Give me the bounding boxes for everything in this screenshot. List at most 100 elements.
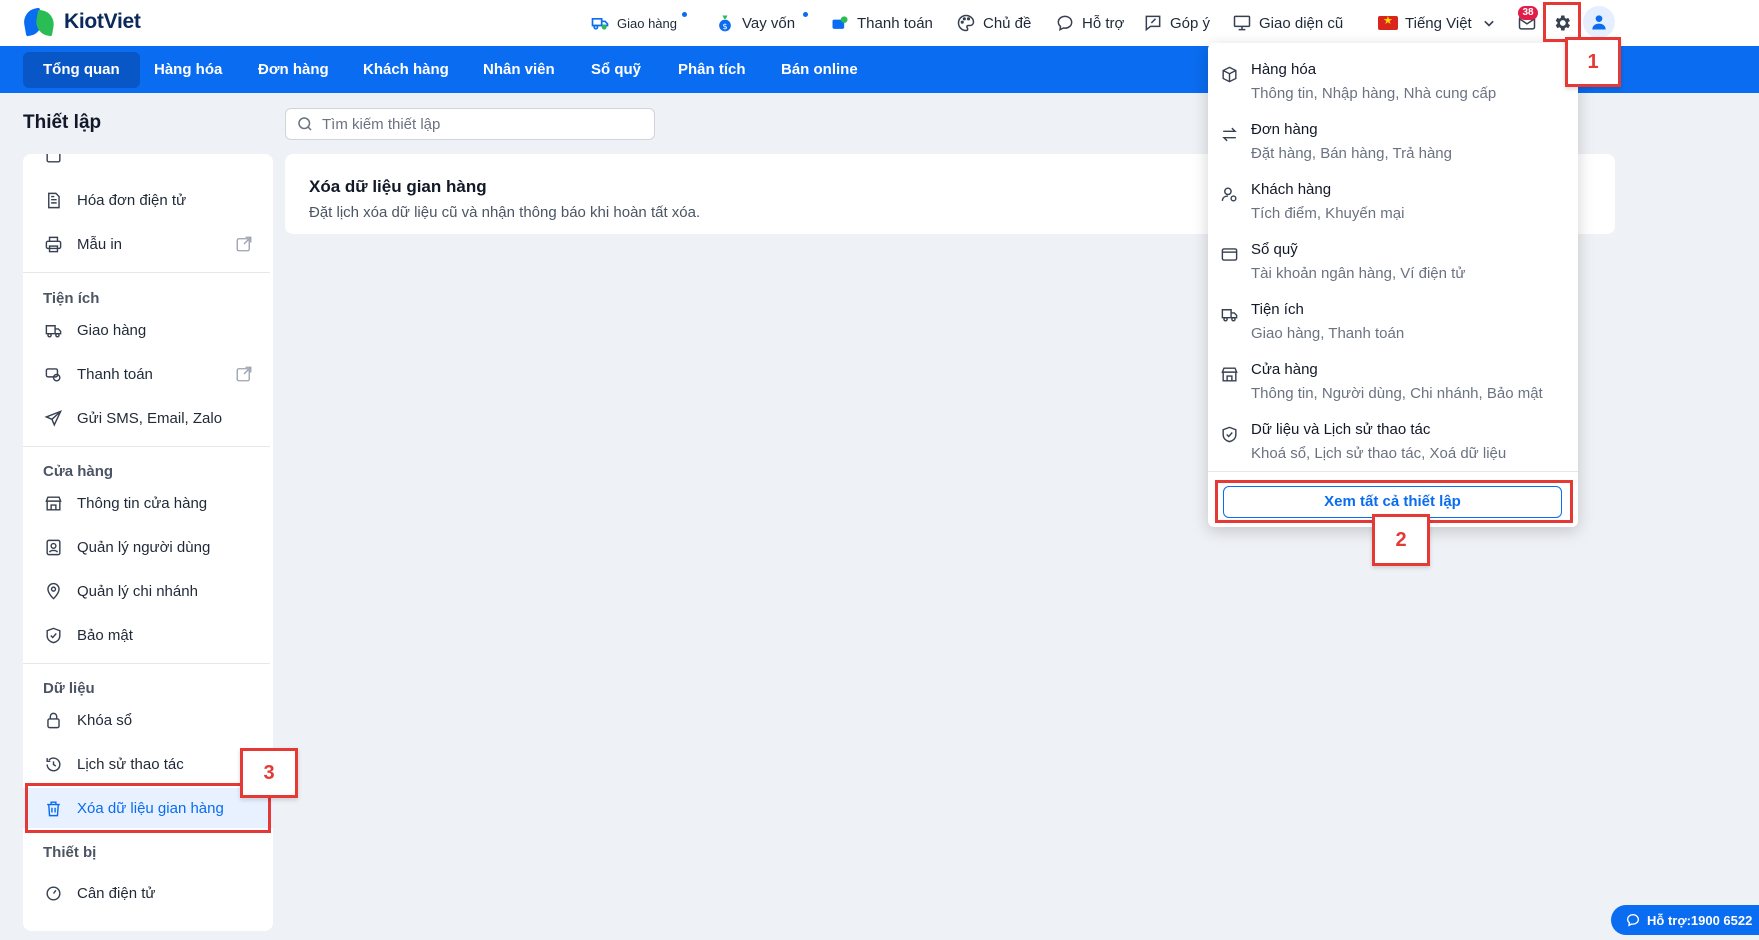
user-settings-icon — [1220, 185, 1240, 205]
user-badge-icon — [43, 537, 63, 557]
sidebar-item-payment[interactable]: Thanh toán — [23, 354, 273, 394]
mail-badge: 38 — [1518, 6, 1538, 20]
dropdown-item-store[interactable]: Cửa hàng Thông tin, Người dùng, Chi nhán… — [1208, 343, 1578, 403]
topbar-feedback-label: Góp ý — [1170, 14, 1211, 32]
dropdown-item-title: Hàng hóa — [1251, 61, 1317, 78]
callout-number-1: 1 — [1565, 37, 1621, 87]
dropdown-item-products[interactable]: Hàng hóa Thông tin, Nhập hàng, Nhà cung … — [1208, 43, 1578, 103]
logo-mark-icon — [21, 6, 56, 38]
sidebar-item-branch-management[interactable]: Quản lý chi nhánh — [23, 571, 273, 611]
highlight-box-1 — [1543, 2, 1581, 42]
support-hotline-button[interactable]: Hỗ trợ:1900 6522 — [1611, 905, 1759, 935]
new-dot — [803, 12, 808, 17]
feedback-icon — [1143, 13, 1163, 33]
language-selector[interactable]: Tiếng Việt — [1378, 11, 1499, 35]
language-label: Tiếng Việt — [1405, 14, 1472, 32]
page-title: Thiết lập — [23, 112, 102, 133]
external-link-icon[interactable] — [235, 365, 253, 383]
dropdown-item-subtitle: Giao hàng, Thanh toán — [1251, 325, 1405, 342]
topbar-payment-label: Thanh toán — [857, 14, 933, 32]
sidebar-item-label: Hóa đơn điện tử — [77, 191, 187, 209]
nav-overview[interactable]: Tổng quan — [23, 52, 140, 88]
payment-terminal-icon — [43, 364, 63, 384]
store-icon — [1220, 365, 1240, 385]
sidebar-item-label: Quản lý người dùng — [77, 538, 211, 556]
sidebar-item-label: Gửi SMS, Email, Zalo — [77, 409, 223, 427]
sidebar-item-label: Mẫu in — [77, 235, 123, 253]
sidebar-item-delivery[interactable]: Giao hàng — [23, 310, 273, 350]
dropdown-item-orders[interactable]: Đơn hàng Đặt hàng, Bán hàng, Trả hàng — [1208, 103, 1578, 163]
dropdown-item-title: Dữ liệu và Lịch sử thao tác — [1251, 421, 1431, 438]
chevron-down-icon — [1479, 13, 1499, 33]
sidebar-item-security[interactable]: Bảo mật — [23, 615, 273, 655]
sidebar-item-store-info[interactable]: Thông tin cửa hàng — [23, 483, 273, 523]
palette-icon — [956, 13, 976, 33]
divider — [23, 663, 270, 664]
dropdown-item-subtitle: Tích điểm, Khuyến mại — [1251, 205, 1405, 222]
settings-dropdown: Hàng hóa Thông tin, Nhập hàng, Nhà cung … — [1208, 43, 1578, 527]
card-description: Đặt lịch xóa dữ liệu cũ và nhận thông bá… — [309, 204, 701, 221]
divider — [23, 446, 270, 447]
kiotviet-logo[interactable]: KiotViet — [21, 6, 141, 38]
user-avatar[interactable] — [1583, 6, 1615, 38]
section-utilities: Tiện ích — [43, 290, 100, 307]
dropdown-item-cashbook[interactable]: Sổ quỹ Tài khoản ngân hàng, Ví điện tử — [1208, 223, 1578, 283]
topbar-delivery[interactable]: Giao hàng — [590, 11, 687, 35]
sidebar-item-label: Khóa sổ — [77, 711, 133, 729]
dropdown-item-data-history[interactable]: Dữ liệu và Lịch sử thao tác Khoá sổ, Lịc… — [1208, 403, 1578, 463]
sidebar-item-label: Cân điện tử — [77, 884, 156, 902]
delivery-icon — [590, 13, 610, 33]
topbar-old-ui[interactable]: Giao diện cũ — [1232, 11, 1343, 35]
topbar-feedback[interactable]: Góp ý — [1143, 11, 1210, 35]
sidebar-item-e-invoice[interactable]: Hóa đơn điện tử — [23, 180, 273, 220]
document-icon — [43, 154, 63, 165]
section-devices: Thiết bị — [43, 844, 97, 861]
settings-search-input[interactable]: Tìm kiếm thiết lập — [285, 108, 655, 140]
dropdown-item-customers[interactable]: Khách hàng Tích điểm, Khuyến mại — [1208, 163, 1578, 223]
dropdown-item-title: Tiện ích — [1251, 301, 1304, 318]
vietnam-flag-icon — [1378, 14, 1398, 30]
callout-number-2: 2 — [1372, 514, 1430, 566]
topbar-delivery-label: Giao hàng — [617, 15, 677, 31]
invoice-icon — [43, 190, 63, 210]
send-icon — [43, 408, 63, 428]
nav-online-sales[interactable]: Bán online — [761, 52, 878, 88]
store-icon — [43, 493, 63, 513]
money-bag-icon: $ — [715, 13, 735, 33]
wallet-icon — [1220, 245, 1240, 265]
sidebar-item-scale[interactable]: Cân điện tử — [23, 873, 273, 913]
sidebar-item-print-template[interactable]: Mẫu in — [23, 224, 273, 264]
nav-staff[interactable]: Nhân viên — [463, 52, 575, 88]
chat-bubble-icon — [1055, 13, 1075, 33]
sidebar-item-lock-books[interactable]: Khóa sổ — [23, 700, 273, 740]
shield-check-icon — [1220, 425, 1240, 445]
dropdown-item-subtitle: Thông tin, Nhập hàng, Nhà cung cấp — [1251, 85, 1497, 102]
topbar-loan[interactable]: $ Vay vốn — [715, 11, 808, 35]
nav-analytics[interactable]: Phân tích — [658, 52, 766, 88]
dropdown-item-utilities[interactable]: Tiện ích Giao hàng, Thanh toán — [1208, 283, 1578, 343]
nav-cashbook[interactable]: Sổ quỹ — [571, 52, 661, 88]
sidebar-item-user-management[interactable]: Quản lý người dùng — [23, 527, 273, 567]
logo-text: KiotViet — [64, 10, 141, 33]
dropdown-item-subtitle: Khoá sổ, Lịch sử thao tác, Xoá dữ liệu — [1251, 445, 1507, 462]
sidebar-item-sms-email-zalo[interactable]: Gửi SMS, Email, Zalo — [23, 398, 273, 438]
new-dot — [682, 12, 687, 17]
nav-products[interactable]: Hàng hóa — [134, 52, 242, 88]
nav-orders[interactable]: Đơn hàng — [238, 52, 349, 88]
sidebar-item-label: Giao hàng — [77, 321, 147, 339]
callout-number-3: 3 — [240, 748, 298, 798]
section-data: Dữ liệu — [43, 680, 95, 697]
topbar-payment[interactable]: Thanh toán — [830, 11, 933, 35]
history-icon — [43, 754, 63, 774]
external-link-icon[interactable] — [235, 235, 253, 253]
nav-customers[interactable]: Khách hàng — [343, 52, 469, 88]
printer-icon — [43, 234, 63, 254]
topbar-theme[interactable]: Chủ đề — [956, 11, 1031, 35]
chat-bubble-icon — [1626, 913, 1640, 927]
topbar-support[interactable]: Hỗ trợ — [1055, 11, 1124, 35]
divider — [1208, 471, 1578, 472]
scale-icon — [43, 883, 63, 903]
location-pin-icon — [43, 581, 63, 601]
sidebar-item-activity-history[interactable]: Lịch sử thao tác — [23, 744, 273, 784]
sidebar-item-label: Bảo mật — [77, 626, 133, 644]
